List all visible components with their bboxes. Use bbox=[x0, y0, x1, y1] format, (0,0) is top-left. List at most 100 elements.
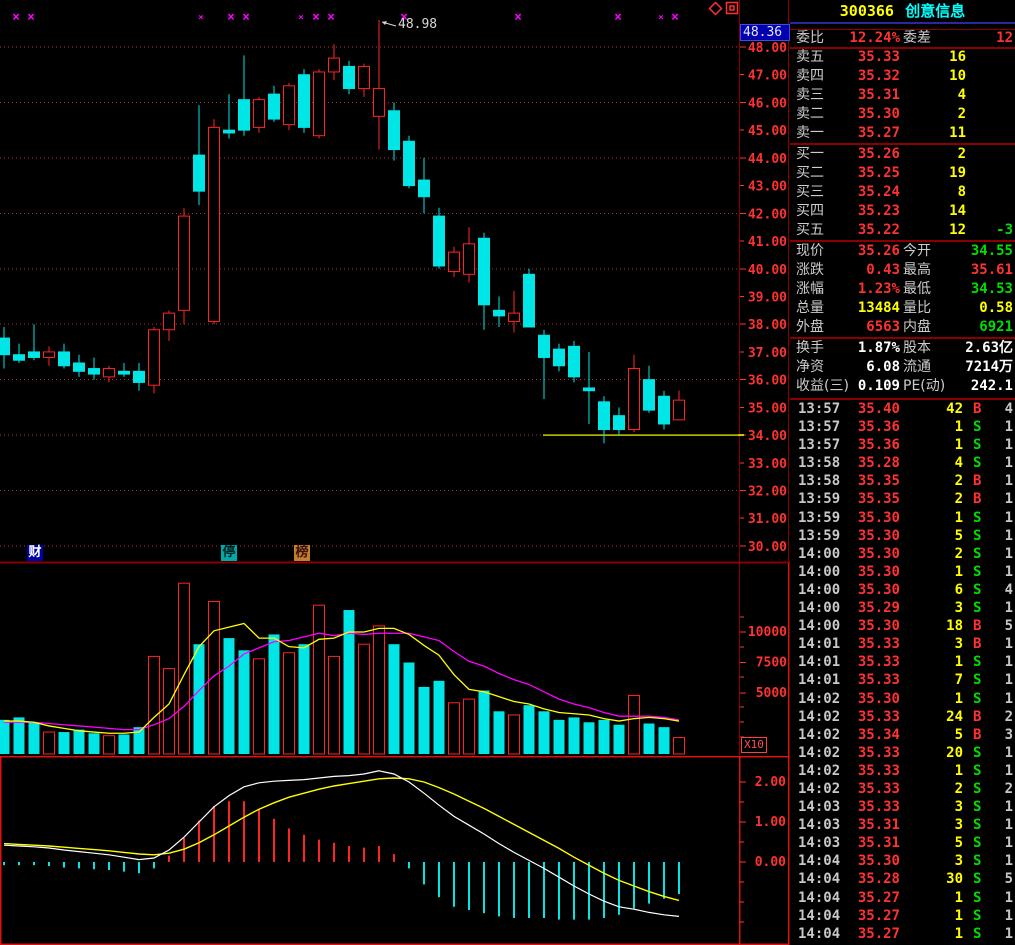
tick-count: 2 bbox=[978, 780, 1013, 798]
tag-cai-button[interactable]: 财 bbox=[27, 545, 43, 561]
quote-panel: 300366 创意信息 委比 12.24% 委差 12 卖五35.3316卖四3… bbox=[790, 0, 1015, 945]
order-qty-change: -3 bbox=[968, 221, 1013, 240]
quote-summary: 现价35.26今开34.55涨跌0.43最高35.61涨幅1.23%最低34.5… bbox=[790, 242, 1015, 337]
bid-list: 买一35.262买二35.2519买三35.248买四35.2314买五35.2… bbox=[790, 145, 1015, 240]
order-level-label: 买一 bbox=[796, 145, 824, 164]
price-axis bbox=[740, 0, 790, 945]
weibi-value: 12.24% bbox=[828, 30, 900, 47]
restore-window-icon[interactable] bbox=[725, 1, 740, 20]
quote-label: 最低 bbox=[903, 280, 931, 299]
quote-row: 现价35.26今开34.55 bbox=[790, 242, 1015, 261]
tick-count: 1 bbox=[978, 490, 1013, 508]
tick-row: 14:0235.301S1 bbox=[790, 690, 1015, 708]
order-qty: 2 bbox=[898, 105, 966, 124]
tick-qty: 3 bbox=[898, 852, 963, 870]
bid-row[interactable]: 买五35.2212-3 bbox=[790, 221, 1015, 240]
tick-row: 14:0035.3018B5 bbox=[790, 617, 1015, 635]
tick-price: 35.36 bbox=[828, 418, 900, 436]
volume-pane[interactable] bbox=[0, 563, 738, 755]
order-qty: 19 bbox=[898, 164, 966, 183]
tick-price: 35.27 bbox=[828, 889, 900, 907]
ask-row[interactable]: 卖四35.3210 bbox=[790, 67, 1015, 86]
tick-row: 14:0335.313S1 bbox=[790, 816, 1015, 834]
tick-count: 1 bbox=[978, 527, 1013, 545]
bid-row[interactable]: 买三35.248 bbox=[790, 183, 1015, 202]
main-candlestick-pane[interactable] bbox=[0, 0, 738, 562]
tick-price: 35.40 bbox=[828, 400, 900, 418]
diamond-icon[interactable] bbox=[708, 1, 723, 20]
tick-qty: 4 bbox=[898, 454, 963, 472]
quote-value: 1.23% bbox=[828, 280, 900, 299]
order-qty: 10 bbox=[898, 67, 966, 86]
tick-price: 35.30 bbox=[828, 527, 900, 545]
tag-ting-button[interactable]: 停 bbox=[221, 545, 237, 561]
bid-row[interactable]: 买四35.2314 bbox=[790, 202, 1015, 221]
tick-qty: 1 bbox=[898, 509, 963, 527]
bid-row[interactable]: 买二35.2519 bbox=[790, 164, 1015, 183]
quote-label: 今开 bbox=[903, 242, 931, 261]
tick-qty: 42 bbox=[898, 400, 963, 418]
bid-row[interactable]: 买一35.262 bbox=[790, 145, 1015, 164]
weicha-label: 委差 bbox=[903, 30, 931, 47]
tick-qty: 6 bbox=[898, 581, 963, 599]
tick-qty: 3 bbox=[898, 816, 963, 834]
tick-price: 35.33 bbox=[828, 744, 900, 762]
tick-count: 1 bbox=[978, 436, 1013, 454]
ask-row[interactable]: 卖一35.2711 bbox=[790, 124, 1015, 143]
stock-code: 300366 bbox=[840, 2, 894, 20]
tick-qty: 7 bbox=[898, 671, 963, 689]
tick-count: 1 bbox=[978, 889, 1013, 907]
tick-qty: 1 bbox=[898, 907, 963, 925]
fund-value: 242.1 bbox=[935, 377, 1013, 396]
tick-qty: 1 bbox=[898, 925, 963, 943]
tick-row: 14:0435.2830S5 bbox=[790, 870, 1015, 888]
ask-row[interactable]: 卖三35.314 bbox=[790, 86, 1015, 105]
macd-indicator-pane[interactable] bbox=[0, 756, 738, 944]
tick-price: 35.28 bbox=[828, 454, 900, 472]
quote-value: 6921 bbox=[935, 318, 1013, 337]
fund-row: 收益(三)0.109PE(动)242.1 bbox=[790, 377, 1015, 396]
order-qty: 8 bbox=[898, 183, 966, 202]
tick-row: 14:0035.293S1 bbox=[790, 599, 1015, 617]
tick-count: 1 bbox=[978, 545, 1013, 563]
fund-row: 净资6.08流通7214万 bbox=[790, 358, 1015, 377]
order-price: 35.26 bbox=[828, 145, 900, 164]
quote-label: 涨跌 bbox=[796, 261, 824, 280]
ask-row[interactable]: 卖五35.3316 bbox=[790, 48, 1015, 67]
tick-row: 14:0035.301S1 bbox=[790, 563, 1015, 581]
quote-value: 0.58 bbox=[935, 299, 1013, 318]
tick-qty: 1 bbox=[898, 653, 963, 671]
quote-label: 总量 bbox=[796, 299, 824, 318]
tick-count: 1 bbox=[978, 653, 1013, 671]
stock-terminal-window: ×××××××××××××48.0047.0046.0045.0044.0043… bbox=[0, 0, 1015, 945]
weibi-row: 委比 12.24% 委差 12 bbox=[790, 30, 1015, 47]
order-level-label: 买三 bbox=[796, 183, 824, 202]
axis-cursor-price-label: 48.36 bbox=[740, 24, 790, 41]
order-level-label: 买四 bbox=[796, 202, 824, 221]
tag-bang-button[interactable]: 榜 bbox=[294, 545, 310, 561]
tick-qty: 2 bbox=[898, 490, 963, 508]
tick-count: 1 bbox=[978, 907, 1013, 925]
tick-price: 35.30 bbox=[828, 852, 900, 870]
tick-row: 14:0035.302S1 bbox=[790, 545, 1015, 563]
tick-qty: 3 bbox=[898, 635, 963, 653]
tick-row: 14:0135.337S1 bbox=[790, 671, 1015, 689]
tick-qty: 1 bbox=[898, 436, 963, 454]
tick-qty: 5 bbox=[898, 527, 963, 545]
title-separator bbox=[790, 22, 1015, 24]
order-level-label: 卖三 bbox=[796, 86, 824, 105]
order-price: 35.27 bbox=[828, 124, 900, 143]
quote-value: 6563 bbox=[828, 318, 900, 337]
quote-value: 34.53 bbox=[935, 280, 1013, 299]
quote-row: 外盘6563内盘6921 bbox=[790, 318, 1015, 337]
tick-count: 1 bbox=[978, 509, 1013, 527]
tick-row: 13:5935.352B1 bbox=[790, 490, 1015, 508]
fund-label: 净资 bbox=[796, 358, 824, 377]
tick-row: 14:0435.271S1 bbox=[790, 925, 1015, 943]
order-price: 35.23 bbox=[828, 202, 900, 221]
tick-price: 35.30 bbox=[828, 563, 900, 581]
ask-row[interactable]: 卖二35.302 bbox=[790, 105, 1015, 124]
tick-price: 35.29 bbox=[828, 599, 900, 617]
stock-title: 300366 创意信息 bbox=[790, 0, 1015, 22]
tick-price: 35.34 bbox=[828, 726, 900, 744]
